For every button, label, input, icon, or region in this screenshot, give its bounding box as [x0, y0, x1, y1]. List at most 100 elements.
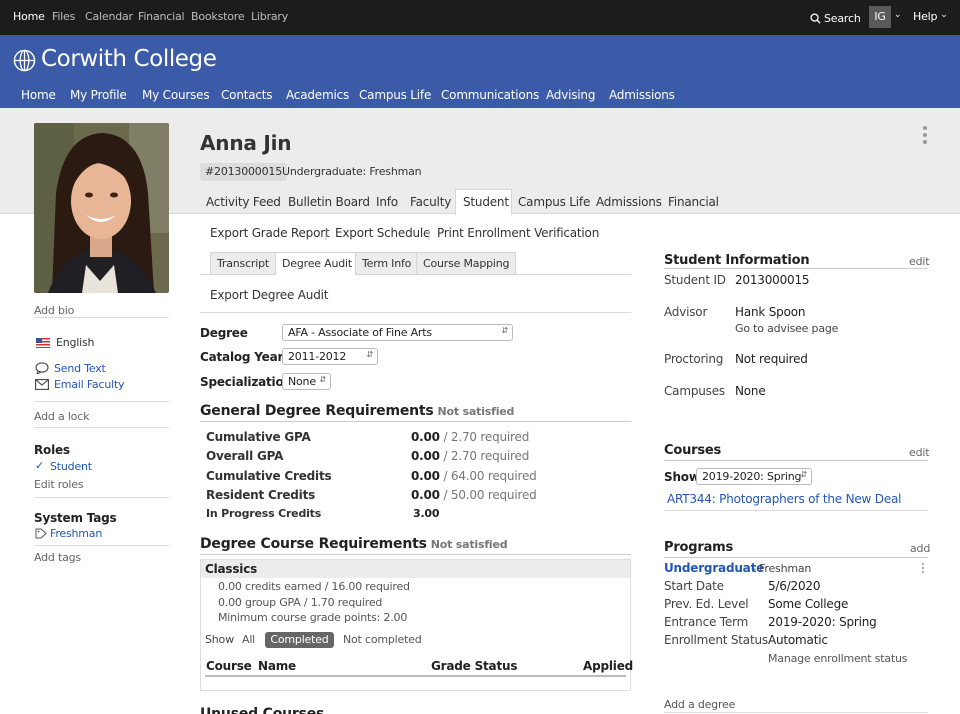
info-label: Student ID	[664, 273, 726, 287]
search-button[interactable]: Search	[810, 10, 861, 26]
student-id-badge: #2013000015	[200, 163, 288, 181]
programs-add-link[interactable]: add	[910, 542, 930, 555]
topnav-financial[interactable]: Financial	[138, 10, 185, 23]
tab-faculty[interactable]: Faculty	[410, 195, 451, 209]
tab-bulletin-board[interactable]: Bulletin Board	[288, 195, 370, 209]
requirement-detail: Minimum course grade points: 2.00	[218, 611, 408, 624]
req-label: Cumulative GPA	[206, 430, 311, 444]
subtab-degree-audit[interactable]: Degree Audit	[275, 252, 359, 275]
program-label: Enrollment Status	[664, 633, 768, 647]
email-faculty-link[interactable]: Email Faculty	[54, 378, 125, 391]
proctoring-value: Not required	[735, 352, 808, 366]
tab-admissions[interactable]: Admissions	[596, 195, 662, 209]
manage-enrollment-status-link[interactable]: Manage enrollment status	[768, 652, 908, 665]
topnav-files[interactable]: Files	[52, 10, 75, 23]
add-lock-link[interactable]: Add a lock	[34, 410, 89, 423]
program-name-link[interactable]: Undergraduate	[664, 561, 764, 575]
mainnav-home[interactable]: Home	[21, 88, 56, 102]
help-label: Help	[913, 10, 938, 23]
req-label: Resident Credits	[206, 488, 316, 502]
student-information-title: Student Information	[664, 253, 810, 268]
advisor-link[interactable]: Hank Spoon	[735, 305, 805, 319]
tag-freshman-link[interactable]: Freshman	[50, 527, 102, 540]
select-arrows-icon: ⇵	[366, 350, 373, 359]
table-header-divider	[205, 675, 626, 677]
course-requirements-title: Degree Course Requirements	[200, 536, 427, 552]
mainnav-advising[interactable]: Advising	[546, 88, 595, 102]
tag-icon	[35, 528, 47, 539]
edit-roles-link[interactable]: Edit roles	[34, 478, 84, 491]
requirement-detail: 0.00 credits earned / 16.00 required	[218, 580, 410, 593]
campuses-value: None	[735, 384, 766, 398]
topnav-bookstore[interactable]: Bookstore	[191, 10, 245, 23]
topnav-calendar[interactable]: Calendar	[85, 10, 133, 23]
courses-edit-link[interactable]: edit	[909, 446, 930, 459]
role-student-link[interactable]: Student	[50, 460, 92, 473]
column-header-applied[interactable]: Applied	[583, 659, 633, 673]
student-information-edit-link[interactable]: edit	[909, 255, 930, 268]
catalog-year-value: 2011-2012	[288, 350, 347, 363]
topnav-library[interactable]: Library	[251, 10, 288, 23]
mainnav-campus-life[interactable]: Campus Life	[359, 88, 431, 102]
degree-label: Degree	[200, 326, 248, 340]
program-value: Some College	[768, 597, 849, 611]
course-link[interactable]: ART344: Photographers of the New Deal	[667, 492, 901, 506]
export-degree-audit-link[interactable]: Export Degree Audit	[210, 288, 328, 302]
requirement-group-header	[201, 560, 630, 578]
tab-student[interactable]: Student	[463, 195, 509, 209]
mainnav-contacts[interactable]: Contacts	[221, 88, 273, 102]
add-bio-link[interactable]: Add bio	[34, 304, 74, 317]
mainnav-academics[interactable]: Academics	[286, 88, 349, 102]
divider	[34, 317, 169, 318]
more-options-icon[interactable]	[921, 125, 929, 147]
export-schedule-link[interactable]: Export Schedule	[335, 226, 430, 240]
print-enrollment-verification-link[interactable]: Print Enrollment Verification	[437, 226, 599, 240]
mainnav-admissions[interactable]: Admissions	[609, 88, 675, 102]
language-label: English	[56, 336, 95, 349]
mainnav-my-profile[interactable]: My Profile	[70, 88, 127, 102]
subtab-course-mapping[interactable]: Course Mapping	[416, 252, 517, 275]
tab-info[interactable]: Info	[376, 195, 398, 209]
send-text-link[interactable]: Send Text	[54, 362, 106, 375]
unused-courses-heading: Unused Courses	[200, 706, 325, 714]
program-label: Prev. Ed. Level	[664, 597, 749, 611]
degree-select[interactable]: AFA - Associate of Fine Arts ⇵	[282, 324, 513, 341]
mainnav-communications[interactable]: Communications	[441, 88, 539, 102]
program-label: Start Date	[664, 579, 724, 593]
column-header-course[interactable]: Course	[206, 659, 252, 673]
filter-not-completed[interactable]: Not completed	[343, 633, 422, 646]
courses-title: Courses	[664, 443, 722, 458]
term-select[interactable]: 2019-2020: Spring ⇵	[696, 468, 812, 485]
help-menu[interactable]: Help ⌄	[913, 10, 948, 23]
tab-financial[interactable]: Financial	[668, 195, 719, 209]
user-menu-chevron-icon[interactable]: ⌄	[894, 10, 902, 20]
filter-all[interactable]: All	[242, 633, 255, 646]
filter-completed[interactable]: Completed	[265, 632, 334, 648]
user-avatar-button[interactable]: IG	[869, 6, 891, 28]
export-grade-report-link[interactable]: Export Grade Report	[210, 226, 330, 240]
column-header-name[interactable]: Name	[258, 659, 296, 673]
column-header-grade-status[interactable]: Grade Status	[431, 659, 517, 673]
topnav-home[interactable]: Home	[13, 10, 45, 23]
specialization-label: Specialization	[200, 375, 292, 389]
catalog-year-select[interactable]: 2011-2012 ⇵	[282, 348, 378, 365]
college-name[interactable]: Corwith College	[41, 46, 217, 72]
add-tags-link[interactable]: Add tags	[34, 551, 81, 564]
select-arrows-icon: ⇵	[319, 375, 326, 384]
req-value: 0.00 / 2.70 required	[411, 449, 530, 463]
select-arrows-icon: ⇵	[800, 470, 807, 479]
subtab-transcript[interactable]: Transcript	[210, 252, 276, 275]
divider	[200, 421, 631, 422]
course-requirements-header: Degree Course Requirements Not satisfied	[200, 536, 508, 552]
subtab-term-info[interactable]: Term Info	[355, 252, 419, 275]
envelope-icon	[35, 379, 49, 390]
go-to-advisee-page-link[interactable]: Go to advisee page	[735, 322, 838, 335]
profile-photo[interactable]	[34, 123, 169, 293]
mainnav-my-courses[interactable]: My Courses	[142, 88, 210, 102]
tab-activity-feed[interactable]: Activity Feed	[206, 195, 281, 209]
tab-campus-life[interactable]: Campus Life	[518, 195, 590, 209]
program-options-icon[interactable]	[921, 562, 925, 574]
top-navigation-bar: Home Files Calendar Financial Bookstore …	[0, 0, 960, 35]
specialization-select[interactable]: None ⇵	[282, 373, 331, 390]
add-degree-link[interactable]: Add a degree	[664, 698, 735, 711]
